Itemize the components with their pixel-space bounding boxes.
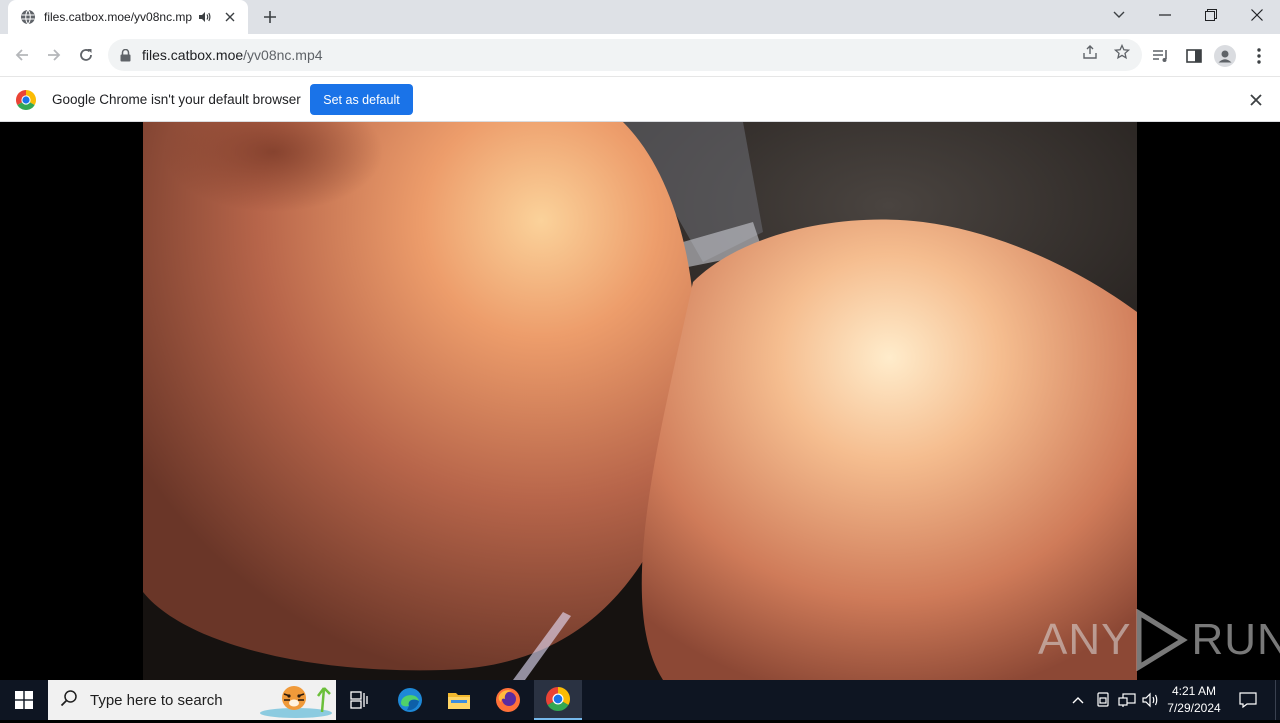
url-text: files.catbox.moe/yv08nc.mp4 — [142, 47, 323, 63]
windows-taskbar: Type here to search 4:21 AM 7/29/2024 — [0, 680, 1280, 720]
tiger-search-highlight-icon[interactable] — [258, 682, 334, 723]
side-panel-icon[interactable] — [1183, 45, 1205, 67]
infobar-message: Google Chrome isn't your default browser — [52, 92, 301, 107]
bookmark-star-icon[interactable] — [1112, 42, 1132, 62]
set-as-default-button[interactable]: Set as default — [310, 84, 413, 115]
lock-icon[interactable] — [120, 48, 132, 62]
search-placeholder: Type here to search — [90, 691, 223, 709]
anyrun-watermark: ANY RUN — [1038, 608, 1280, 672]
windows-start-icon[interactable] — [0, 680, 48, 720]
default-browser-infobar: Google Chrome isn't your default browser… — [0, 76, 1280, 122]
taskbar-search-box[interactable]: Type here to search — [48, 680, 336, 720]
media-control-icon[interactable] — [1150, 45, 1172, 67]
task-view-icon[interactable] — [336, 680, 384, 720]
chrome-taskbar-icon[interactable] — [534, 680, 582, 720]
edge-icon[interactable] — [386, 680, 434, 720]
share-icon[interactable] — [1080, 42, 1100, 62]
restore-icon[interactable] — [1188, 0, 1234, 30]
globe-icon — [20, 9, 36, 25]
video-frame — [143, 122, 1137, 680]
watermark-text-right: RUN — [1191, 615, 1280, 664]
volume-icon[interactable] — [1140, 680, 1162, 720]
speaker-icon[interactable] — [198, 10, 212, 24]
chevron-up-icon[interactable] — [1068, 680, 1088, 720]
chrome-logo-icon — [16, 90, 36, 110]
tab-title: files.catbox.moe/yv08nc.mp4 — [44, 10, 192, 24]
tab-close-icon[interactable] — [222, 9, 238, 25]
firefox-icon[interactable] — [484, 680, 532, 720]
new-tab-icon[interactable] — [258, 5, 282, 29]
back-icon[interactable] — [8, 41, 36, 69]
clock-date: 7/29/2024 — [1167, 701, 1221, 715]
minimize-icon[interactable] — [1142, 0, 1188, 30]
file-explorer-icon[interactable] — [435, 680, 483, 720]
taskbar-clock[interactable]: 4:21 AM 7/29/2024 — [1160, 683, 1228, 717]
menu-kebab-icon[interactable] — [1248, 45, 1270, 67]
play-triangle-icon — [1136, 609, 1189, 671]
clock-time: 4:21 AM — [1171, 684, 1217, 698]
window-close-icon[interactable] — [1234, 0, 1280, 30]
browser-toolbar: files.catbox.moe/yv08nc.mp4 — [0, 34, 1280, 76]
notification-center-icon[interactable] — [1234, 680, 1262, 720]
show-desktop-divider[interactable] — [1275, 680, 1276, 720]
browser-tab[interactable]: files.catbox.moe/yv08nc.mp4 — [8, 0, 248, 34]
address-bar[interactable]: files.catbox.moe/yv08nc.mp4 — [108, 39, 1142, 71]
tab-strip: files.catbox.moe/yv08nc.mp4 — [0, 0, 1280, 34]
profile-avatar-icon[interactable] — [1214, 45, 1236, 67]
video-player[interactable] — [143, 122, 1137, 680]
watermark-text-left: ANY — [1038, 615, 1132, 664]
forward-icon[interactable] — [40, 41, 68, 69]
search-icon — [60, 689, 78, 712]
reload-icon[interactable] — [72, 41, 100, 69]
tab-search-icon[interactable] — [1096, 0, 1142, 30]
network-icon[interactable] — [1116, 680, 1138, 720]
infobar-close-icon[interactable] — [1246, 90, 1266, 110]
meet-now-icon[interactable] — [1092, 680, 1114, 720]
page-viewport: ANY RUN — [0, 122, 1280, 680]
